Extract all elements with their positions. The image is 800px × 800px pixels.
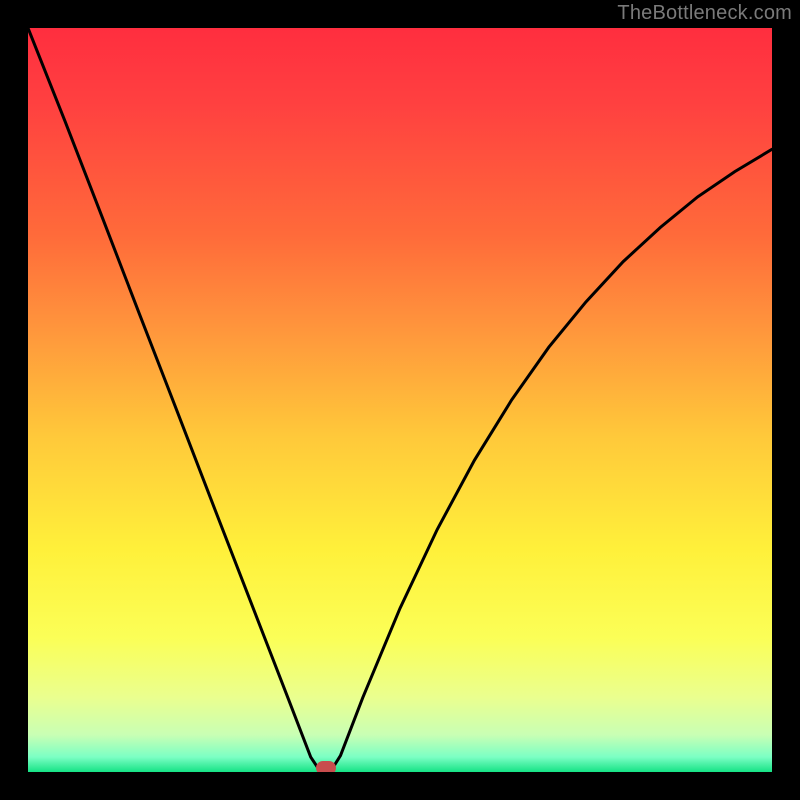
watermark-text: TheBottleneck.com	[617, 2, 792, 25]
optimal-point-marker	[316, 761, 336, 772]
chart-frame: TheBottleneck.com	[0, 0, 800, 800]
bottleneck-curve	[28, 28, 772, 772]
plot-area	[28, 28, 772, 772]
